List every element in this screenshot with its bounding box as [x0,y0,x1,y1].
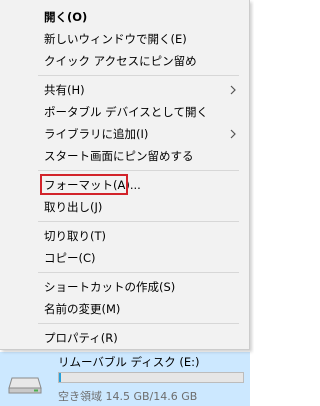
menu-item-4-0[interactable]: ショートカットの作成(S) [0,276,249,298]
menu-item-5-0[interactable]: プロパティ(R) [0,327,249,349]
chevron-right-icon [230,129,236,139]
menu-item-label: 新しいウィンドウで開く(E) [44,32,187,46]
menu-item-0-0[interactable]: 開く(O) [0,6,249,28]
menu-separator [38,170,239,171]
drive-tile-e[interactable]: リムーバブル ディスク (E:) 空き領域 14.5 GB/14.6 GB [0,352,250,406]
chevron-right-icon [230,85,236,95]
menu-item-label: ショートカットの作成(S) [44,280,176,294]
menu-item-1-2[interactable]: ライブラリに追加(I) [0,123,249,145]
menu-item-3-0[interactable]: 切り取り(T) [0,225,249,247]
menu-item-label: 名前の変更(M) [44,302,121,316]
removable-drive-icon [8,377,42,394]
menu-separator [38,272,239,273]
menu-item-label: 開く(O) [44,10,88,24]
menu-item-label: 取り出し(J) [44,200,103,214]
screen: リムーバブル ディスク (E:) 空き領域 14.5 GB/14.6 GB 開く… [0,0,254,406]
menu-item-1-1[interactable]: ポータブル デバイスとして開く [0,101,249,123]
drive-usage-bar [58,372,244,383]
menu-item-0-2[interactable]: クイック アクセスにピン留め [0,50,249,72]
menu-item-label: コピー(C) [44,251,96,265]
menu-item-4-1[interactable]: 名前の変更(M) [0,298,249,320]
drive-usage-fill [59,373,61,382]
menu-separator [38,221,239,222]
menu-item-label: プロパティ(R) [44,331,118,345]
menu-item-1-0[interactable]: 共有(H) [0,79,249,101]
menu-separator [38,75,239,76]
menu-item-label: ポータブル デバイスとして開く [44,105,208,119]
menu-item-2-1[interactable]: 取り出し(J) [0,196,249,218]
menu-item-label: 共有(H) [44,83,85,97]
menu-separator [38,323,239,324]
menu-item-label: 切り取り(T) [44,229,106,243]
drive-name: リムーバブル ディスク (E:) [58,355,200,369]
menu-item-label: クイック アクセスにピン留め [44,54,197,68]
menu-item-label: フォーマット(A)... [44,178,141,192]
context-menu: 開く(O) 新しいウィンドウで開く(E) クイック アクセスにピン留め 共有(H) ポー… [0,0,250,350]
menu-item-1-3[interactable]: スタート画面にピン留めする [0,145,249,167]
drive-free-space: 空き領域 14.5 GB/14.6 GB [58,390,198,403]
menu-item-2-0[interactable]: フォーマット(A)... [0,174,249,196]
menu-item-3-1[interactable]: コピー(C) [0,247,249,269]
menu-item-label: ライブラリに追加(I) [44,127,149,141]
menu-item-label: スタート画面にピン留めする [44,149,194,163]
menu-item-0-1[interactable]: 新しいウィンドウで開く(E) [0,28,249,50]
